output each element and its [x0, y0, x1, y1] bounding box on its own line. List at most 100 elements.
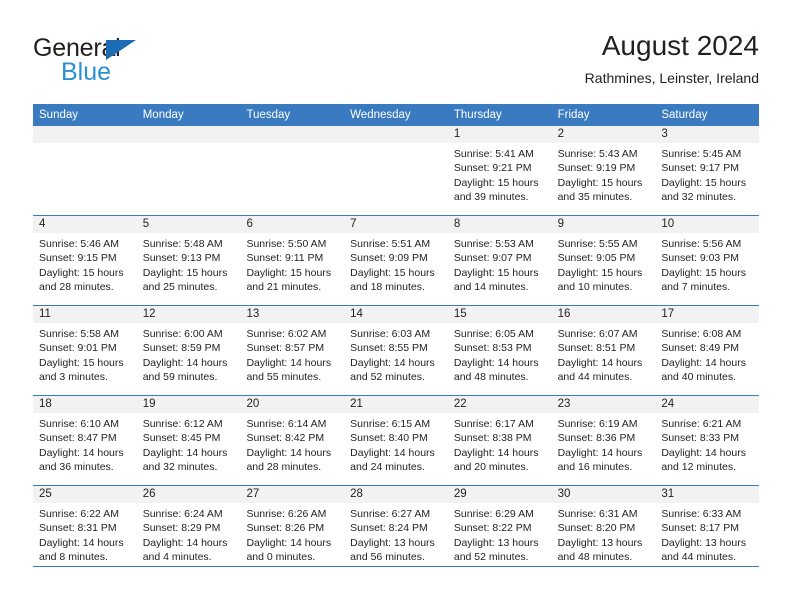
daylight-text-line1: Daylight: 14 hours	[246, 536, 332, 549]
day-cell[interactable]: 28 Sunrise: 6:27 AM Sunset: 8:24 PM Dayligh…	[344, 486, 448, 575]
sunrise-text: Sunrise: 6:10 AM	[39, 418, 119, 430]
daylight-text-line1: Daylight: 14 hours	[661, 356, 746, 369]
day-cell[interactable]: 10 Sunrise: 5:56 AM Sunset: 9:03 PM Dayligh…	[655, 216, 760, 305]
daylight-text-line2: and 16 minutes.	[557, 461, 633, 474]
day-number: 19	[136, 396, 241, 413]
calendar-page: General Blue August 2024 Rathmines, Lein…	[0, 0, 792, 612]
daylight-text-line2: and 28 minutes.	[246, 461, 322, 474]
day-number: 27	[240, 486, 345, 503]
day-cell[interactable]: 23 Sunrise: 6:19 AM Sunset: 8:36 PM Dayligh…	[551, 396, 656, 485]
sunrise-text: Sunrise: 6:02 AM	[246, 328, 327, 340]
calendar-week-cells: 25 Sunrise: 6:22 AM Sunset: 8:31 PM Dayligh…	[33, 486, 760, 575]
day-number: 18	[33, 396, 137, 413]
triangle-icon	[106, 40, 136, 60]
brand-logo[interactable]: General Blue	[33, 34, 163, 90]
day-cell[interactable]: 15 Sunrise: 6:05 AM Sunset: 8:53 PM Dayligh…	[447, 306, 552, 395]
day-details: Sunrise: 5:55 AM Sunset: 9:05 PM Daylight:…	[552, 233, 656, 295]
day-number: 12	[136, 306, 241, 323]
day-details: Sunrise: 6:07 AM Sunset: 8:51 PM Daylight:…	[552, 323, 656, 385]
daylight-text-line2: and 44 minutes.	[557, 371, 633, 384]
day-cell[interactable]: 26 Sunrise: 6:24 AM Sunset: 8:29 PM Dayligh…	[136, 486, 241, 575]
day-details: Sunrise: 6:17 AM Sunset: 8:38 PM Daylight:…	[448, 413, 552, 475]
day-cell[interactable]: 16 Sunrise: 6:07 AM Sunset: 8:51 PM Dayligh…	[551, 306, 656, 395]
day-cell[interactable]: 19 Sunrise: 6:12 AM Sunset: 8:45 PM Dayligh…	[136, 396, 241, 485]
daylight-text-line1: Daylight: 14 hours	[557, 356, 643, 369]
daylight-text-line1: Daylight: 15 hours	[453, 176, 539, 189]
day-cell[interactable]: 21 Sunrise: 6:15 AM Sunset: 8:40 PM Dayligh…	[344, 396, 448, 485]
sunrise-text: Sunrise: 6:17 AM	[453, 418, 534, 430]
day-cell[interactable]: 17 Sunrise: 6:08 AM Sunset: 8:49 PM Dayligh…	[655, 306, 760, 395]
day-cell[interactable]: 3 Sunrise: 5:45 AM Sunset: 9:17 PM Daylight…	[655, 126, 760, 215]
calendar-bottom-rule	[33, 566, 759, 567]
daylight-text-line1: Daylight: 15 hours	[142, 266, 228, 279]
sunset-text: Sunset: 8:36 PM	[557, 432, 636, 445]
daylight-text-line1: Daylight: 14 hours	[246, 356, 332, 369]
daylight-text-line1: Daylight: 14 hours	[350, 446, 435, 459]
day-cell[interactable]: 31 Sunrise: 6:33 AM Sunset: 8:17 PM Dayligh…	[655, 486, 760, 575]
day-number: 14	[344, 306, 448, 323]
day-number: 5	[136, 216, 241, 233]
day-cell[interactable]: 5 Sunrise: 5:48 AM Sunset: 9:13 PM Daylight…	[136, 216, 241, 305]
day-details: Sunrise: 5:58 AM Sunset: 9:01 PM Daylight:…	[33, 323, 137, 385]
day-details: Sunrise: 5:51 AM Sunset: 9:09 PM Daylight:…	[344, 233, 448, 295]
day-number: 15	[447, 306, 552, 323]
sunset-text: Sunset: 8:38 PM	[453, 432, 532, 445]
day-cell[interactable]: 27 Sunrise: 6:26 AM Sunset: 8:26 PM Dayligh…	[240, 486, 345, 575]
page-header: General Blue August 2024 Rathmines, Lein…	[33, 28, 759, 98]
day-cell[interactable]: 25 Sunrise: 6:22 AM Sunset: 8:31 PM Dayligh…	[33, 486, 137, 575]
day-cell[interactable]: 22 Sunrise: 6:17 AM Sunset: 8:38 PM Dayligh…	[447, 396, 552, 485]
daylight-text-line1: Daylight: 13 hours	[557, 536, 643, 549]
sunset-text: Sunset: 9:19 PM	[557, 162, 636, 175]
day-cell[interactable]: 2 Sunrise: 5:43 AM Sunset: 9:19 PM Daylight…	[551, 126, 656, 215]
day-cell[interactable]: 9 Sunrise: 5:55 AM Sunset: 9:05 PM Daylight…	[551, 216, 656, 305]
calendar-week-row: 1 Sunrise: 5:41 AM Sunset: 9:21 PM Daylight…	[33, 126, 760, 215]
day-number: 10	[655, 216, 760, 233]
day-details: Sunrise: 6:26 AM Sunset: 8:26 PM Daylight:…	[240, 503, 344, 565]
sunrise-text: Sunrise: 5:53 AM	[453, 238, 534, 250]
sunrise-text: Sunrise: 6:14 AM	[246, 418, 327, 430]
daylight-text-line2: and 44 minutes.	[661, 551, 737, 564]
day-cell[interactable]: 11 Sunrise: 5:58 AM Sunset: 9:01 PM Dayligh…	[33, 306, 137, 395]
daylight-text-line2: and 52 minutes.	[350, 371, 425, 384]
day-cell[interactable]: 20 Sunrise: 6:14 AM Sunset: 8:42 PM Dayligh…	[240, 396, 345, 485]
sunrise-text: Sunrise: 6:26 AM	[246, 508, 327, 520]
day-details	[344, 143, 448, 147]
daylight-text-line2: and 36 minutes.	[39, 461, 114, 474]
sunset-text: Sunset: 8:33 PM	[661, 432, 739, 445]
daylight-text-line2: and 32 minutes.	[661, 191, 737, 204]
sunrise-text: Sunrise: 6:15 AM	[350, 418, 431, 430]
sunrise-text: Sunrise: 5:45 AM	[661, 148, 742, 160]
day-cell[interactable]: 6 Sunrise: 5:50 AM Sunset: 9:11 PM Daylight…	[240, 216, 345, 305]
daylight-text-line1: Daylight: 14 hours	[142, 356, 228, 369]
daylight-text-line1: Daylight: 14 hours	[557, 446, 643, 459]
daylight-text-line2: and 21 minutes.	[246, 281, 322, 294]
day-cell[interactable]: 24 Sunrise: 6:21 AM Sunset: 8:33 PM Dayligh…	[655, 396, 760, 485]
day-cell[interactable]: 12 Sunrise: 6:00 AM Sunset: 8:59 PM Dayligh…	[136, 306, 241, 395]
day-details: Sunrise: 5:46 AM Sunset: 9:15 PM Daylight:…	[33, 233, 137, 295]
calendar-week-cells: 11 Sunrise: 5:58 AM Sunset: 9:01 PM Dayligh…	[33, 306, 760, 395]
daylight-text-line1: Daylight: 14 hours	[39, 536, 124, 549]
day-cell-empty	[344, 126, 448, 215]
day-cell[interactable]: 30 Sunrise: 6:31 AM Sunset: 8:20 PM Dayligh…	[551, 486, 656, 575]
daylight-text-line1: Daylight: 15 hours	[557, 266, 643, 279]
sunset-text: Sunset: 8:26 PM	[246, 522, 325, 535]
day-cell[interactable]: 1 Sunrise: 5:41 AM Sunset: 9:21 PM Daylight…	[447, 126, 552, 215]
day-cell[interactable]: 7 Sunrise: 5:51 AM Sunset: 9:09 PM Daylight…	[344, 216, 448, 305]
day-cell[interactable]: 13 Sunrise: 6:02 AM Sunset: 8:57 PM Dayligh…	[240, 306, 345, 395]
day-cell[interactable]: 14 Sunrise: 6:03 AM Sunset: 8:55 PM Dayligh…	[344, 306, 448, 395]
daylight-text-line1: Daylight: 14 hours	[661, 446, 746, 459]
day-details: Sunrise: 6:00 AM Sunset: 8:59 PM Daylight:…	[137, 323, 241, 385]
day-cell[interactable]: 8 Sunrise: 5:53 AM Sunset: 9:07 PM Daylight…	[447, 216, 552, 305]
day-cell[interactable]: 4 Sunrise: 5:46 AM Sunset: 9:15 PM Daylight…	[33, 216, 137, 305]
sunset-text: Sunset: 9:05 PM	[557, 252, 636, 265]
calendar-weeks: 1 Sunrise: 5:41 AM Sunset: 9:21 PM Daylight…	[33, 126, 760, 575]
day-details: Sunrise: 6:12 AM Sunset: 8:45 PM Daylight:…	[137, 413, 241, 475]
day-cell[interactable]: 18 Sunrise: 6:10 AM Sunset: 8:47 PM Dayligh…	[33, 396, 137, 485]
daylight-text-line1: Daylight: 15 hours	[350, 266, 435, 279]
daylight-text-line2: and 12 minutes.	[661, 461, 737, 474]
daylight-text-line2: and 39 minutes.	[453, 191, 529, 204]
page-title: August 2024	[601, 30, 759, 61]
day-number: 7	[344, 216, 448, 233]
day-cell[interactable]: 29 Sunrise: 6:29 AM Sunset: 8:22 PM Dayligh…	[447, 486, 552, 575]
calendar-grid: Sunday Monday Tuesday Wednesday Thursday Frid…	[33, 104, 760, 575]
